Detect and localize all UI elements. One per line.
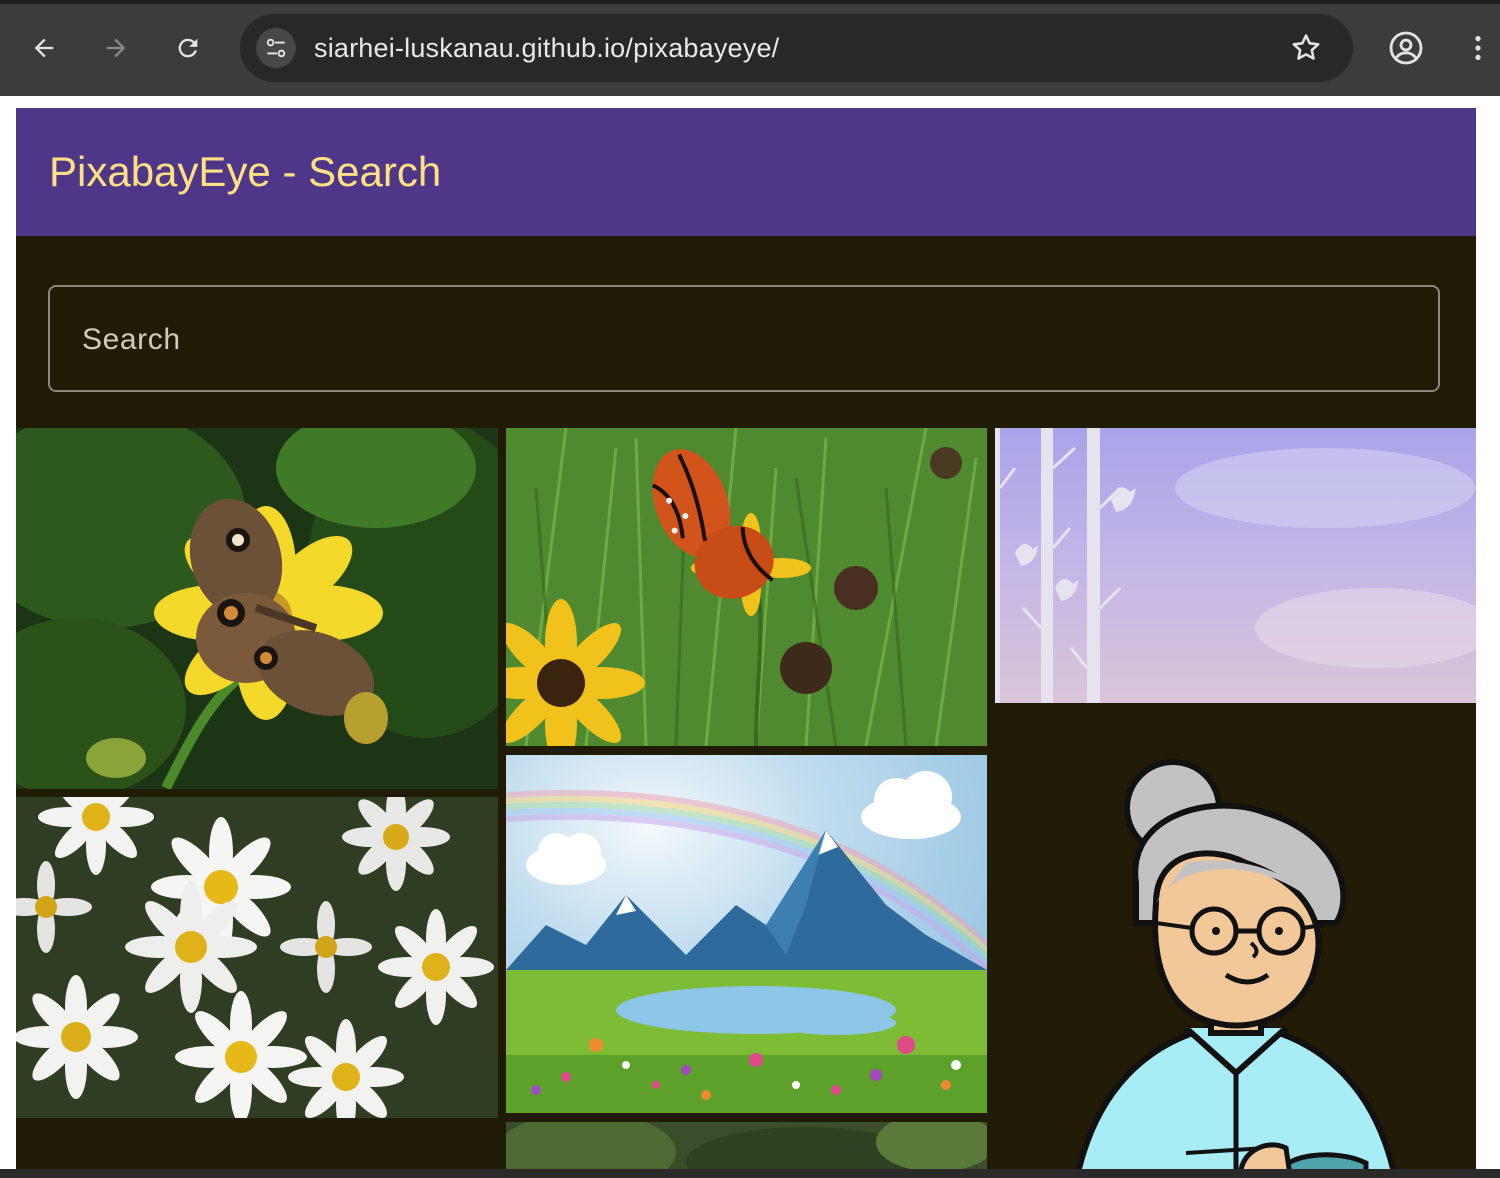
browser-toolbar: siarhei-luskanau.github.io/pixabayeye/ <box>0 0 1500 96</box>
window-bottom-edge <box>0 1169 1500 1178</box>
orange-butterfly-image <box>506 428 987 746</box>
reload-icon <box>178 38 198 58</box>
reload-button[interactable] <box>168 28 208 68</box>
tab-strip <box>0 0 1500 4</box>
account-circle-icon <box>1389 31 1423 65</box>
browser-menu-button[interactable] <box>1456 26 1500 70</box>
gallery-image-orange-butterfly[interactable] <box>506 428 987 746</box>
gallery-image-birds-trees[interactable] <box>995 428 1476 703</box>
butterfly-flower-image <box>16 428 498 789</box>
forward-button[interactable] <box>96 28 136 68</box>
star-icon[interactable] <box>1289 31 1323 65</box>
page-title: PixabayEye - Search <box>49 148 442 195</box>
search-field[interactable] <box>48 285 1440 392</box>
arrow-right-icon <box>106 38 126 58</box>
daisies-image <box>16 797 498 1118</box>
more-vert-icon <box>1475 36 1481 60</box>
gallery-image-mountains[interactable] <box>506 755 987 1113</box>
page-viewport: PixabayEye - Search <box>0 96 1500 1178</box>
birds-birch-trees-image <box>995 428 1476 703</box>
grandmother-cartoon-image <box>1073 759 1399 1178</box>
gallery-image-butterfly[interactable] <box>16 428 498 789</box>
tune-icon <box>266 38 286 58</box>
gallery-image-grandmother[interactable] <box>1036 753 1436 1178</box>
app-bar: PixabayEye - Search <box>16 108 1476 236</box>
back-button[interactable] <box>24 28 64 68</box>
gallery-image-daisies[interactable] <box>16 797 498 1118</box>
arrow-left-icon <box>34 38 54 58</box>
profile-button[interactable] <box>1384 26 1428 70</box>
site-info-button[interactable] <box>256 28 296 68</box>
mountains-rainbow-image <box>506 755 987 1113</box>
search-input[interactable] <box>80 287 1404 392</box>
url-text[interactable]: siarhei-luskanau.github.io/pixabayeye/ <box>314 14 779 82</box>
address-bar[interactable]: siarhei-luskanau.github.io/pixabayeye/ <box>240 14 1353 82</box>
app-root: PixabayEye - Search <box>16 108 1476 1178</box>
